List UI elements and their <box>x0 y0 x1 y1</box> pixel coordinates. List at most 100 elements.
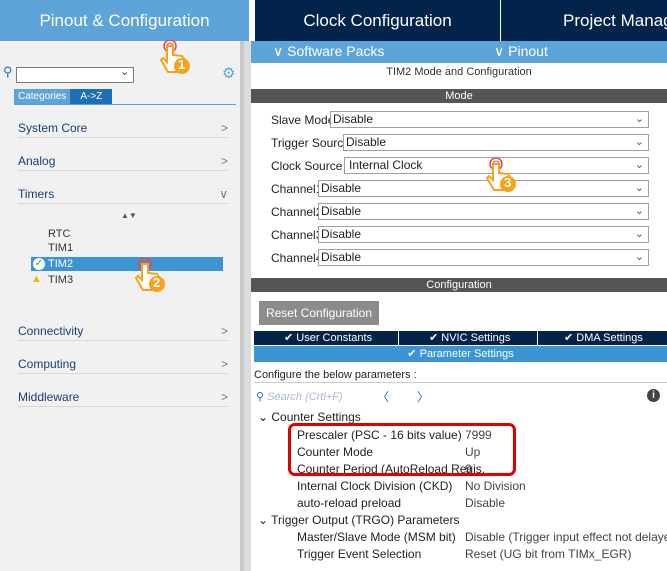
chevron-down-icon: ⌄ <box>634 205 644 217</box>
divider <box>14 104 236 105</box>
param-master-slave-mode-value[interactable]: Disable (Trigger input effect not delaye… <box>465 530 667 544</box>
timer-item-tim1[interactable]: TIM1 <box>48 242 73 254</box>
highlight-box <box>288 423 516 476</box>
chevron-down-icon[interactable]: ⌄ <box>120 65 129 78</box>
tab-label: DMA Settings <box>576 332 643 344</box>
hand-graphic <box>134 257 165 292</box>
channel2-select[interactable]: Disable ⌄ <box>318 203 649 220</box>
sort-icon[interactable]: ▲▼ <box>121 211 137 220</box>
tab-label: NVIC Settings <box>441 332 511 344</box>
timer-item-rtc[interactable]: RTC <box>48 228 70 240</box>
category-tabs: Categories A->Z <box>14 89 113 104</box>
tab-user-constants[interactable]: ✔ User Constants <box>284 331 372 345</box>
param-clock-division-value[interactable]: No Division <box>465 479 526 493</box>
tab-clock-configuration[interactable]: Clock Configuration <box>255 0 500 41</box>
category-label: Connectivity <box>18 323 84 338</box>
search-placeholder: Search (Crtl+F) <box>267 391 343 403</box>
param-auto-reload-preload[interactable]: auto-reload preload <box>297 496 401 510</box>
page-title: TIM2 Mode and Configuration <box>386 66 532 78</box>
parameter-search-input[interactable]: ⚲ Search (Crtl+F) <box>256 390 343 403</box>
previous-icon[interactable]: 〈 <box>377 388 389 405</box>
category-timers[interactable]: Timers ∨ <box>18 184 228 204</box>
search-icon: ⚲ <box>3 64 13 79</box>
tree-group-trgo[interactable]: ⌄ Trigger Output (TRGO) Parameters <box>258 513 459 527</box>
tab-label: Parameter Settings <box>419 348 514 360</box>
select-value: Disable <box>321 181 362 195</box>
chevron-down-icon: ⌄ <box>258 410 272 424</box>
chevron-right-icon: > <box>220 120 228 135</box>
select-value: Disable <box>333 112 374 126</box>
field-label: Channel4 <box>271 250 323 265</box>
slave-mode-select[interactable]: Disable ⌄ <box>330 111 649 128</box>
tab-divider <box>398 331 399 345</box>
pointing-hand-icon: 2 <box>133 257 167 294</box>
tree-label: Trigger Output (TRGO) Parameters <box>271 513 460 527</box>
sub-menu-bar: ∨ Software Packs ∨ Pinout <box>251 41 667 63</box>
timer-item-tim2[interactable]: ✓ TIM2 <box>31 257 223 271</box>
divider <box>254 382 667 383</box>
mode-header: Mode <box>251 89 667 103</box>
tab-a-z[interactable]: A->Z <box>70 89 113 104</box>
chevron-down-icon: ⌄ <box>634 251 644 263</box>
category-label: Middleware <box>18 389 80 404</box>
hand-graphic <box>159 39 190 74</box>
step-number: 2 <box>153 275 161 290</box>
chevron-down-icon: ⌄ <box>634 159 644 171</box>
search-icon: ⚲ <box>256 391 268 403</box>
tab-parameter-settings[interactable]: ✔ Parameter Settings <box>254 346 667 362</box>
tab-project-manager[interactable]: Project Manag <box>501 0 667 41</box>
tree-group-counter-settings[interactable]: ⌄ Counter Settings <box>258 410 361 424</box>
channel4-select[interactable]: Disable ⌄ <box>318 249 649 266</box>
chevron-down-icon: ⌄ <box>634 182 644 194</box>
tab-dma-settings[interactable]: ✔ DMA Settings <box>564 331 643 345</box>
check-icon: ✔ <box>407 348 420 360</box>
category-computing[interactable]: Computing > <box>18 354 228 374</box>
tab-pinout-configuration[interactable]: Pinout & Configuration <box>0 0 249 41</box>
trigger-source-select[interactable]: Disable ⌄ <box>343 134 649 151</box>
warning-icon: ▲ <box>31 273 42 285</box>
stm32cubemx-window: Pinout & Configuration Clock Configurati… <box>0 0 667 571</box>
tab-label: User Constants <box>296 332 373 344</box>
field-label: Slave Mode <box>271 112 335 127</box>
gear-icon[interactable]: ⚙ <box>222 64 235 82</box>
pointing-hand-icon: 3 <box>484 157 518 194</box>
param-clock-division[interactable]: Internal Clock Division (CKD) <box>297 479 452 493</box>
chevron-right-icon: > <box>220 389 228 404</box>
category-search-input[interactable] <box>16 67 134 83</box>
field-label: Trigger Source <box>271 135 350 150</box>
check-icon: ✔ <box>284 332 297 344</box>
field-label: Channel3 <box>271 227 323 242</box>
channel3-select[interactable]: Disable ⌄ <box>318 226 649 243</box>
category-connectivity[interactable]: Connectivity > <box>18 321 228 341</box>
reset-configuration-button[interactable]: Reset Configuration <box>259 301 379 325</box>
info-icon[interactable]: i <box>647 389 660 402</box>
next-icon[interactable]: 〉 <box>417 388 429 405</box>
tab-categories[interactable]: Categories <box>14 89 71 104</box>
param-master-slave-mode[interactable]: Master/Slave Mode (MSM bit) <box>297 530 456 544</box>
field-label: Channel1 <box>271 181 323 196</box>
software-packs-menu[interactable]: ∨ Software Packs <box>273 43 384 60</box>
category-label: System Core <box>18 120 88 135</box>
step-number: 1 <box>178 57 186 72</box>
param-trigger-event-selection-value[interactable]: Reset (UG bit from TIMx_EGR) <box>465 547 631 561</box>
category-label: Timers <box>18 186 55 201</box>
configure-instructions: Configure the below parameters : <box>254 369 417 381</box>
category-system-core[interactable]: System Core > <box>18 118 228 138</box>
category-middleware[interactable]: Middleware > <box>18 387 228 407</box>
tab-divider <box>537 331 538 345</box>
field-label: Clock Source <box>271 158 343 173</box>
select-value: Internal Clock <box>349 158 423 172</box>
panel-splitter[interactable] <box>244 41 251 571</box>
param-trigger-event-selection[interactable]: Trigger Event Selection <box>297 547 421 561</box>
select-value: Disable <box>321 250 362 264</box>
select-value: Disable <box>321 204 362 218</box>
param-auto-reload-preload-value[interactable]: Disable <box>465 496 505 510</box>
configuration-header: Configuration <box>251 278 667 292</box>
select-value: Disable <box>346 135 387 149</box>
check-icon: ✔ <box>564 332 577 344</box>
pinout-menu[interactable]: ∨ Pinout <box>494 43 548 60</box>
category-analog[interactable]: Analog > <box>18 151 228 171</box>
timer-item-tim3[interactable]: TIM3 <box>48 274 73 286</box>
chevron-right-icon: > <box>220 356 228 371</box>
tab-nvic-settings[interactable]: ✔ NVIC Settings <box>429 331 510 345</box>
